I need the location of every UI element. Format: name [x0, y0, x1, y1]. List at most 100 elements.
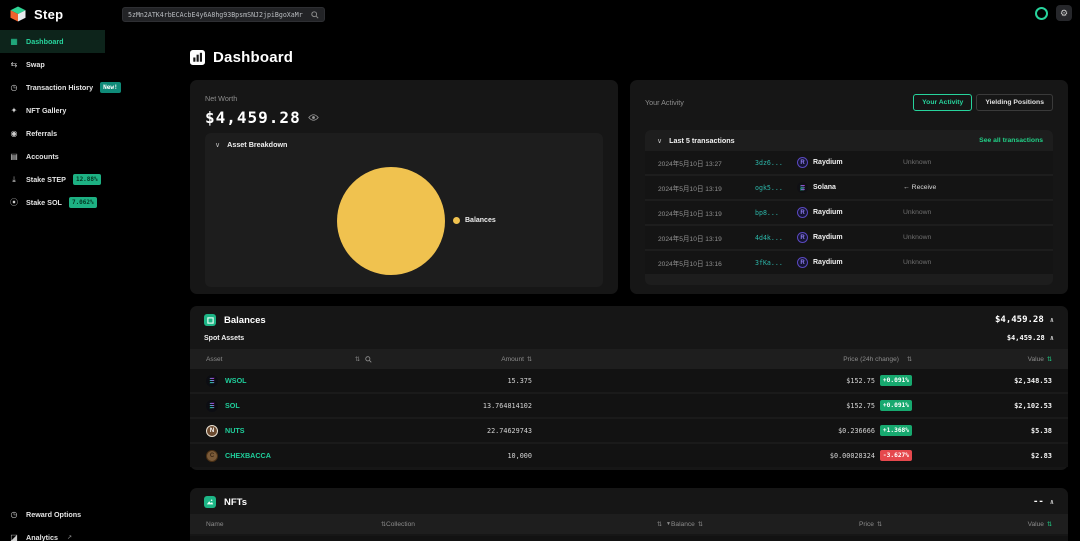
sol-token-icon — [206, 400, 218, 412]
referrals-icon: ◉ — [9, 129, 19, 138]
collapse-chevron-icon[interactable]: ∧ — [1050, 498, 1054, 506]
dashboard-title-icon — [190, 50, 205, 65]
net-worth-card: Net Worth $4,459.28 ∨ Asset Breakdown Ba… — [190, 80, 618, 294]
sidebar-item-nft-gallery[interactable]: ✦ NFT Gallery — [0, 99, 105, 122]
transaction-row[interactable]: 2024年5月10日 13:16 3fKa... RRaydium Unknow… — [645, 251, 1053, 274]
net-worth-value: $4,459.28 — [205, 108, 301, 127]
transaction-row[interactable]: 2024年5月10日 13:27 3dz6... RRaydium Unknow… — [645, 151, 1053, 174]
nft-gallery-icon: ✦ — [9, 106, 19, 115]
balance-row-nuts[interactable]: NNUTS 22.74629743 $0.236666+1.368% $5.38 — [190, 419, 1068, 442]
col-collection[interactable]: Collection — [386, 521, 415, 528]
stake-sol-apy-badge: 7.062% — [69, 197, 97, 208]
sidebar-item-reward-options[interactable]: ◷ Reward Options — [0, 503, 180, 526]
balance-row-chexbacca[interactable]: CCHEXBACCA 10,000 $0.00028324-3.627% $2.… — [190, 444, 1068, 467]
raydium-icon: R — [797, 157, 808, 168]
transaction-row[interactable]: 2024年5月10日 13:19 ogk5... Solana ← Receiv… — [645, 176, 1053, 199]
tx-hash-link[interactable]: 3fKa... — [755, 259, 797, 267]
change-badge: +1.368% — [880, 425, 912, 436]
sidebar-item-stake-step[interactable]: ⤓ Stake STEP 12.88% — [0, 168, 105, 191]
settings-gear-icon[interactable]: ⚙ — [1056, 5, 1072, 21]
brand-name: Step — [34, 7, 63, 22]
page-title: Dashboard — [190, 49, 293, 66]
tx-hash-link[interactable]: bp8... — [755, 209, 797, 217]
raydium-icon: R — [797, 207, 808, 218]
transactions-panel-header[interactable]: ∨ Last 5 transactions — [657, 136, 735, 145]
nuts-token-icon: N — [206, 425, 218, 437]
change-badge: +0.091% — [880, 375, 912, 386]
visibility-eye-icon[interactable] — [308, 113, 319, 122]
nfts-icon — [204, 496, 216, 508]
asset-breakdown-header[interactable]: ∨ Asset Breakdown — [205, 133, 603, 156]
tab-yielding-positions[interactable]: Yielding Positions — [976, 94, 1053, 111]
sort-icon[interactable]: ⇅ — [355, 356, 360, 363]
spot-assets-total: $4,459.28 — [1007, 334, 1045, 342]
refresh-countdown-ring[interactable] — [1035, 7, 1048, 20]
sidebar-item-analytics[interactable]: ◪ Analytics ↗ — [0, 526, 180, 541]
stake-step-icon: ⤓ — [9, 175, 19, 185]
sort-icon-active[interactable]: ⇅ — [1047, 521, 1052, 528]
col-name[interactable]: Name — [206, 521, 224, 528]
collapse-chevron-icon[interactable]: ∧ — [1050, 334, 1054, 342]
wallet-search[interactable] — [122, 7, 325, 22]
transactions-panel: ∨ Last 5 transactions See all transactio… — [645, 130, 1053, 285]
sort-icon-active[interactable]: ⇅ — [1047, 357, 1052, 363]
collapse-chevron-icon[interactable]: ∧ — [1050, 316, 1054, 324]
col-amount[interactable]: Amount — [501, 356, 524, 363]
nfts-table-header: Name⇅ Collection⇅▼ Balance⇅ Price⇅ Value… — [190, 514, 1068, 534]
col-price[interactable]: Price (24h change) — [843, 356, 899, 363]
tx-hash-link[interactable]: 4d4k... — [755, 234, 797, 242]
transaction-row[interactable]: 2024年5月10日 13:19 4d4k... RRaydium Unknow… — [645, 226, 1053, 249]
raydium-icon: R — [797, 257, 808, 268]
asset-search-icon[interactable] — [365, 356, 372, 363]
sidebar: ▦ Dashboard ⇆ Swap ◷ Transaction History… — [0, 30, 105, 214]
change-badge: -3.627% — [880, 450, 912, 461]
balance-row-sol[interactable]: SOL 13.764814102 $152.75+0.091% $2,102.5… — [190, 394, 1068, 417]
sidebar-footer: ◷ Reward Options ◪ Analytics ↗ — [0, 503, 180, 541]
nfts-section: NFTs --∧ Name⇅ Collection⇅▼ Balance⇅ Pri… — [190, 488, 1068, 541]
analytics-icon: ◪ — [9, 533, 19, 541]
sort-icon[interactable]: ⇅ — [657, 521, 662, 528]
col-value[interactable]: Value — [1028, 356, 1044, 363]
col-balance[interactable]: Balance — [671, 521, 695, 528]
balances-icon — [204, 314, 216, 326]
tx-hash-link[interactable]: ogk5... — [755, 184, 797, 192]
tx-hash-link[interactable]: 3dz6... — [755, 159, 797, 167]
asset-breakdown-panel: ∨ Asset Breakdown Balances — [205, 133, 603, 287]
pie-legend[interactable]: Balances — [453, 217, 496, 224]
wallet-search-input[interactable] — [128, 11, 311, 19]
new-badge: New! — [100, 82, 120, 93]
chevron-down-icon: ∨ — [657, 137, 662, 145]
brand: Step — [0, 5, 63, 23]
sidebar-item-dashboard[interactable]: ▦ Dashboard — [0, 30, 105, 53]
sidebar-item-referrals[interactable]: ◉ Referrals — [0, 122, 105, 145]
balances-section: Balances $4,459.28∧ Spot Assets $4,459.2… — [190, 306, 1068, 470]
balances-total: $4,459.28 — [995, 315, 1044, 325]
stake-step-apy-badge: 12.88% — [73, 174, 101, 185]
sidebar-item-stake-sol[interactable]: ⦿ Stake SOL 7.062% — [0, 191, 105, 214]
tab-your-activity[interactable]: Your Activity — [913, 94, 972, 111]
topbar: Step ⚙ — [0, 0, 1080, 28]
sidebar-item-accounts[interactable]: ▤ Accounts — [0, 145, 105, 168]
nft-row — [190, 536, 1068, 541]
col-price[interactable]: Price — [859, 521, 874, 528]
col-asset[interactable]: Asset — [206, 356, 223, 363]
nfts-total: -- — [1033, 497, 1044, 507]
col-value[interactable]: Value — [1028, 521, 1044, 528]
balance-row-wsol[interactable]: WSOL 15.375 $152.75+0.091% $2,348.53 — [190, 369, 1068, 392]
spot-assets-label: Spot Assets — [204, 335, 244, 342]
activity-tabs: Your Activity Yielding Positions — [913, 94, 1053, 111]
transaction-row[interactable]: 2024年5月10日 13:19 bp8... RRaydium Unknown — [645, 201, 1053, 224]
activity-label: Your Activity — [645, 98, 684, 107]
sort-icon[interactable]: ⇅ — [698, 521, 703, 528]
history-icon: ◷ — [9, 83, 19, 92]
accounts-icon: ▤ — [9, 152, 19, 161]
chevron-down-icon: ∨ — [215, 141, 220, 149]
asset-breakdown-pie-chart[interactable] — [337, 167, 445, 275]
search-icon — [311, 11, 319, 19]
sidebar-item-transaction-history[interactable]: ◷ Transaction History New! — [0, 76, 105, 99]
see-all-transactions-link[interactable]: See all transactions — [979, 137, 1043, 144]
wsol-token-icon — [206, 375, 218, 387]
change-badge: +0.091% — [880, 400, 912, 411]
sidebar-item-swap[interactable]: ⇆ Swap — [0, 53, 105, 76]
your-activity-card: Your Activity Your Activity Yielding Pos… — [630, 80, 1068, 294]
